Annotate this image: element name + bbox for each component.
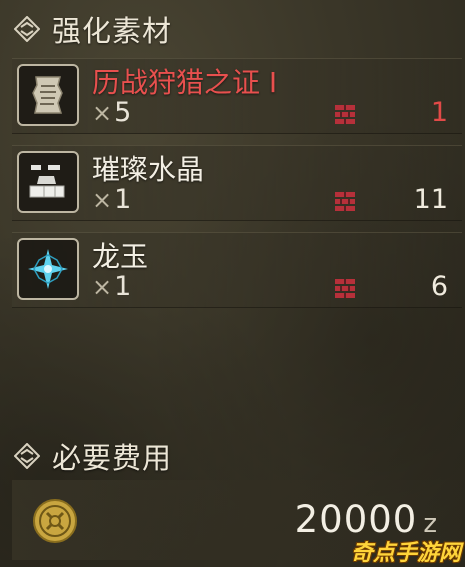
watermark-logo: 奇点手游网 — [350, 541, 461, 566]
times-symbol: × — [92, 99, 113, 127]
item-box-icon — [335, 105, 355, 124]
materials-title: 强化素材 — [52, 14, 173, 48]
owned-count: 6 — [430, 271, 448, 302]
material-icon-frame — [17, 151, 79, 213]
section-marker-icon — [14, 16, 40, 42]
owned-count: 11 — [413, 184, 448, 215]
material-name: 历战狩猎之证 I — [92, 66, 278, 99]
scroll-icon — [32, 76, 63, 114]
material-name: 璀璨水晶 — [92, 153, 205, 186]
dragon-jewel-icon — [28, 249, 68, 289]
owned-count: 1 — [430, 97, 448, 128]
item-box-icon — [335, 279, 355, 298]
required-value: 1 — [114, 184, 132, 215]
material-row-1[interactable]: 璀璨水晶 ×1 11 — [12, 145, 462, 221]
material-required-qty: ×1 — [92, 271, 131, 302]
required-value: 5 — [114, 97, 132, 128]
material-icon-frame — [17, 238, 79, 300]
material-required-qty: ×1 — [92, 184, 131, 215]
item-box-icon — [335, 192, 355, 211]
section-marker-icon — [14, 443, 40, 469]
times-symbol: × — [92, 186, 113, 214]
material-required-qty: ×5 — [92, 97, 131, 128]
material-row-2[interactable]: 龙玉 ×1 6 — [12, 232, 462, 308]
required-value: 1 — [114, 271, 132, 302]
materials-header: 强化素材 — [14, 8, 172, 50]
cost-header: 必要费用 — [14, 435, 172, 477]
zenny-coin-icon — [33, 499, 77, 543]
times-symbol: × — [92, 273, 113, 301]
cost-title: 必要费用 — [52, 441, 173, 475]
material-icon-frame — [17, 64, 79, 126]
crystal-icon — [29, 165, 65, 198]
material-row-0[interactable]: 历战狩猎之证 I ×5 1 — [12, 58, 462, 134]
material-name: 龙玉 — [92, 240, 149, 273]
